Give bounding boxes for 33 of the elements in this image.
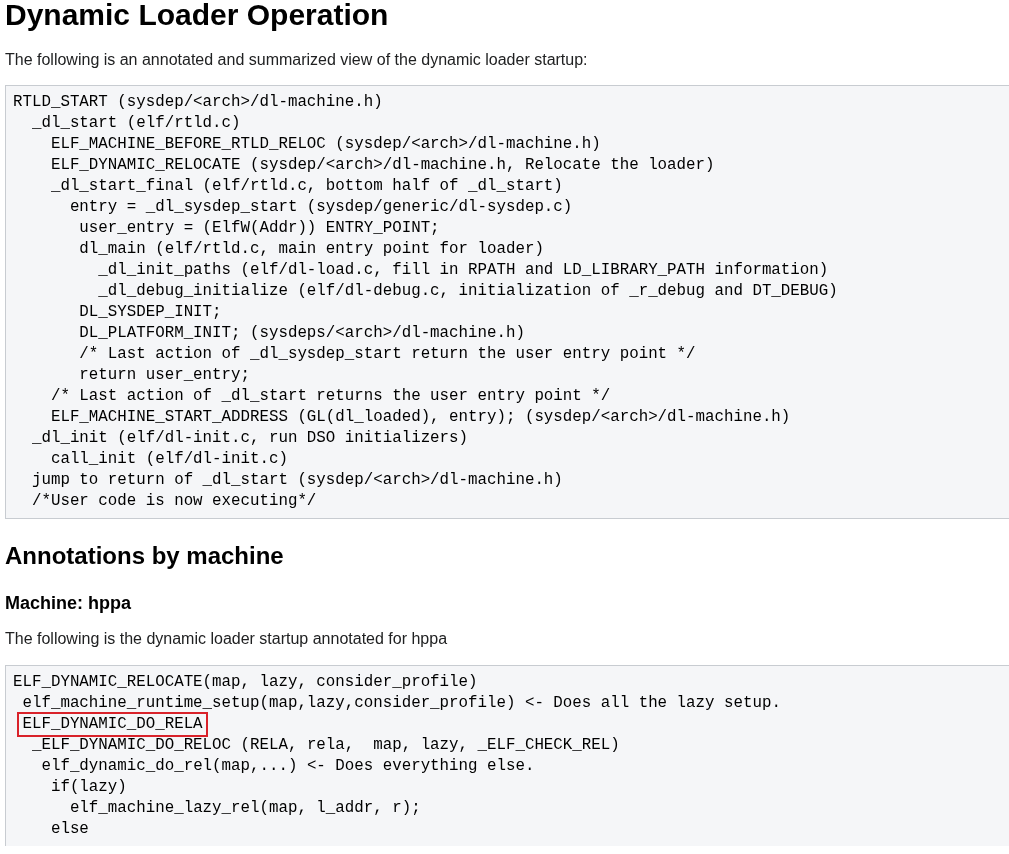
code-line: /* Last action of _dl_start returns the user entry point */: [49, 386, 611, 407]
code-line: else: [50, 819, 89, 840]
code-line: _ELF_DYNAMIC_DO_RELOC (RELA, rela, map, lazy, _ELF_CHECK_REL): [31, 735, 620, 756]
intro-text: The following is the dynamic loader startup annotated for hppa: [5, 629, 449, 649]
code-line: elf_machine_runtime_setup(map,lazy,consider_profile) <- Does all the lazy setup.: [22, 693, 781, 714]
code-line: /* Last action of _dl_sysdep_start return the user entry point */: [78, 344, 696, 365]
code-line: _dl_debug_initialize (elf/dl-debug.c, initialization of _r_debug and DT_DEBUG): [97, 281, 838, 302]
code-line: elf_dynamic_do_rel(map,...) <- Does everything else.: [41, 756, 535, 777]
code-line: /*User code is now executing*/: [30, 491, 317, 512]
code-line: user_entry = (ElfW(Addr)) ENTRY_POINT;: [78, 218, 440, 239]
code-line: _dl_init_paths (elf/dl-load.c, fill in RPATH and LD_LIBRARY_PATH information): [97, 260, 829, 281]
code-line: dl_main (elf/rtld.c, main entry point for loader): [78, 239, 544, 260]
code-line: entry = _dl_sysdep_start (sysdep/generic/dl-sysdep.c): [68, 197, 573, 218]
code-line: ELF_MACHINE_BEFORE_RTLD_RELOC (sysdep/<arch>/dl-machine.h): [49, 134, 601, 155]
section-heading: Annotations by machine: [5, 541, 285, 571]
code-line: ELF_DYNAMIC_RELOCATE (sysdep/<arch>/dl-machine.h, Relocate the loader): [49, 155, 715, 176]
code-line: _dl_start_final (elf/rtld.c, bottom half of _dl_start): [49, 176, 563, 197]
code-line: DL_PLATFORM_INIT; (sysdeps/<arch>/dl-machine.h): [78, 323, 525, 344]
code-line: if(lazy): [50, 777, 127, 798]
intro-text: The following is an annotated and summarized view of the dynamic loader startup:: [5, 50, 589, 70]
code-line: jump to return of _dl_start (sysdep/<arch>/dl-machine.h): [30, 470, 563, 491]
code-line: call_init (elf/dl-init.c): [49, 449, 288, 470]
highlighted-code-line: ELF_DYNAMIC_DO_RELA: [19, 714, 206, 735]
page-title: Dynamic Loader Operation: [5, 0, 390, 33]
subsection-heading: Machine: hppa: [5, 592, 132, 615]
code-line: DL_SYSDEP_INIT;: [78, 302, 222, 323]
code-line: _dl_init (elf/dl-init.c, run DSO initializers): [30, 428, 469, 449]
code-line: elf_machine_lazy_rel(map, l_addr, r);: [69, 798, 421, 819]
code-line: RTLD_START (sysdep/<arch>/dl-machine.h): [13, 92, 383, 113]
code-line: ELF_DYNAMIC_RELOCATE(map, lazy, consider_profile): [13, 672, 478, 693]
code-line: return user_entry;: [78, 365, 250, 386]
code-line: ELF_MACHINE_START_ADDRESS (GL(dl_loaded), entry); (sysdep/<arch>/dl-machine.h): [49, 407, 791, 428]
code-line: _dl_start (elf/rtld.c): [30, 113, 241, 134]
